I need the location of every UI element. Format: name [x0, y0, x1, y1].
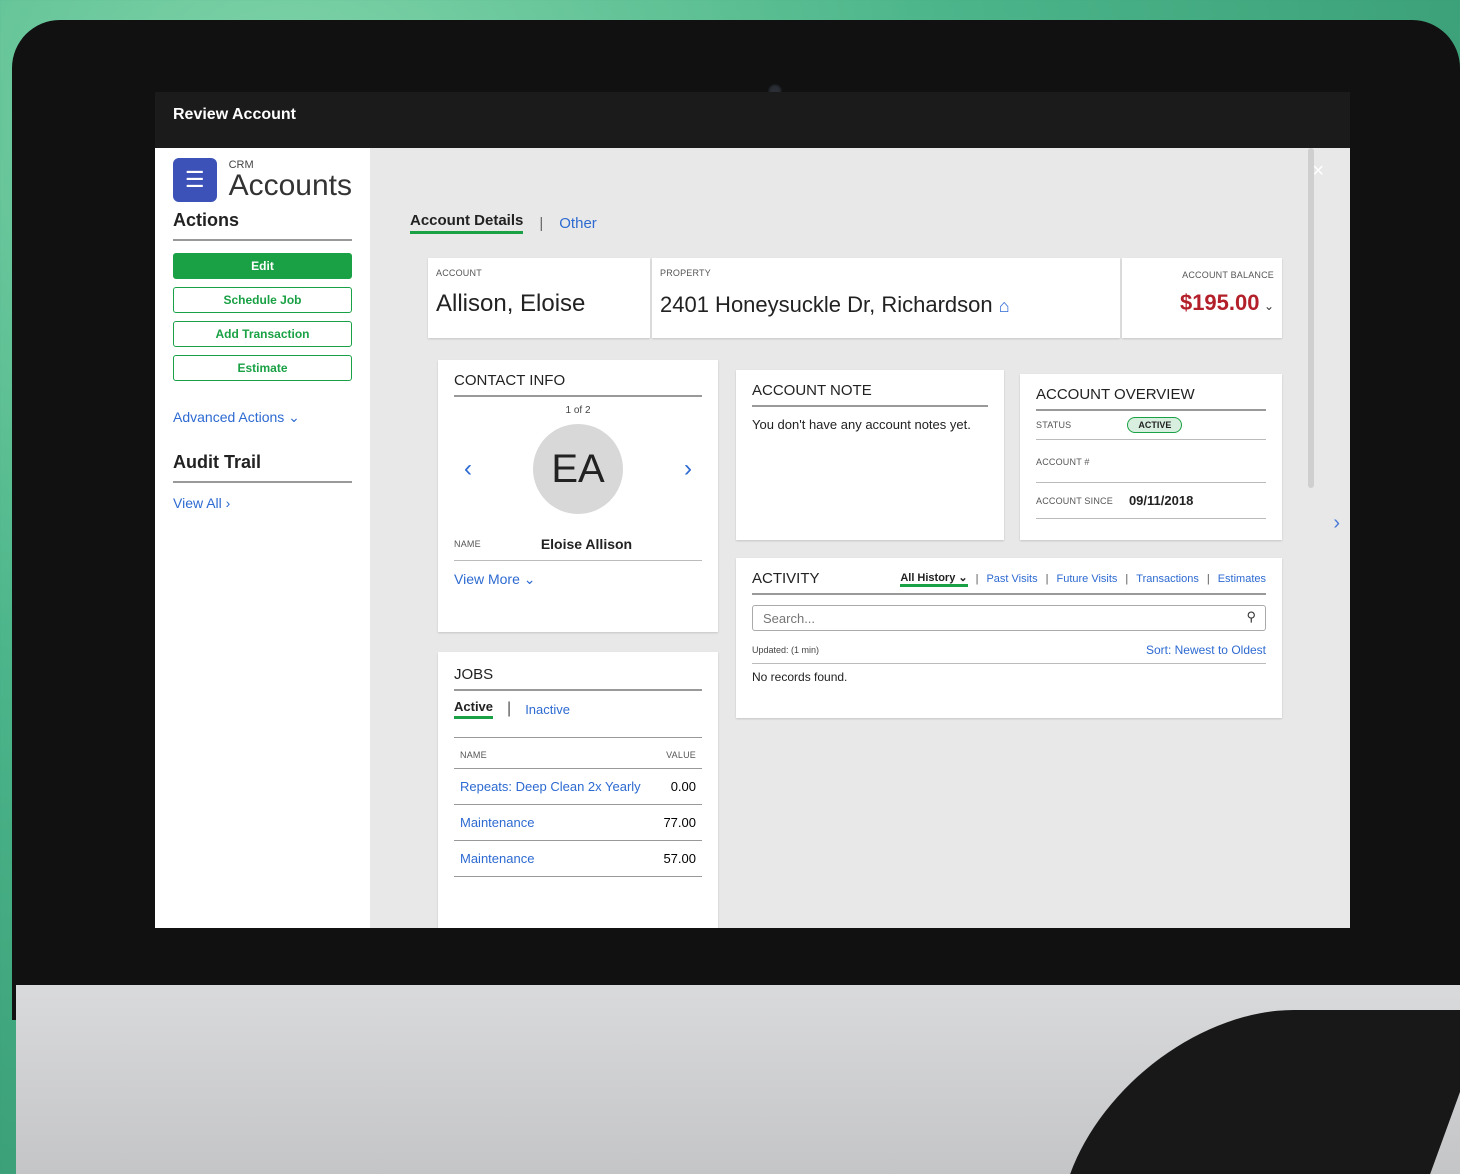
contact-name: Eloise Allison: [540, 536, 633, 552]
advanced-actions-link[interactable]: Advanced Actions ⌄: [173, 409, 352, 426]
activity-meta-row: Updated: (1 min) Sort: Newest to Oldest: [752, 643, 1266, 664]
activity-heading: ACTIVITY: [752, 570, 820, 587]
activity-header: ACTIVITY All History ⌄ | Past Visits | F…: [752, 570, 1266, 595]
account-note-heading: ACCOUNT NOTE: [752, 382, 988, 407]
tab-future-visits[interactable]: Future Visits: [1056, 573, 1117, 585]
activity-card: ACTIVITY All History ⌄ | Past Visits | F…: [736, 558, 1282, 718]
app-screen: Review Account × ☰ CRM Accounts Actions …: [155, 92, 1350, 928]
job-name-link[interactable]: Repeats: Deep Clean 2x Yearly: [460, 779, 641, 794]
window-title: Review Account: [173, 106, 296, 123]
view-more-link[interactable]: View More ⌄: [454, 571, 702, 588]
scrollbar[interactable]: [1308, 148, 1314, 488]
account-number-row: ACCOUNT #: [1036, 440, 1266, 483]
balance-label: ACCOUNT BALANCE: [1182, 270, 1274, 280]
search-input[interactable]: [752, 605, 1266, 631]
audit-trail-heading: Audit Trail: [173, 452, 352, 483]
account-label: ACCOUNT: [436, 268, 482, 278]
property-address-row: 2401 Honeysuckle Dr, Richardson ⌂: [660, 292, 1112, 318]
col-name-header: NAME: [460, 750, 487, 760]
table-row: Maintenance 77.00: [454, 805, 702, 841]
activity-tabs: All History ⌄ | Past Visits | Future Vis…: [900, 571, 1266, 587]
detail-tabs: Account Details | Other: [410, 148, 1350, 248]
property-label: PROPERTY: [660, 268, 711, 278]
job-name-link[interactable]: Maintenance: [460, 851, 534, 866]
sidebar: ☰ CRM Accounts Actions Edit Schedule Job…: [155, 148, 370, 928]
account-note-card: ACCOUNT NOTE You don't have any account …: [736, 370, 1004, 540]
table-row: Maintenance 57.00: [454, 841, 702, 877]
contact-carousel: ‹ EA ›: [454, 424, 702, 514]
estimate-button[interactable]: Estimate: [173, 355, 352, 381]
account-since-label: ACCOUNT SINCE: [1036, 495, 1113, 506]
home-icon[interactable]: ⌂: [999, 296, 1010, 316]
job-name-link[interactable]: Maintenance: [460, 815, 534, 830]
view-all-link[interactable]: View All ›: [173, 495, 352, 511]
jobs-card: JOBS Active | Inactive NAME VALUE Repeat…: [438, 652, 718, 928]
account-card: ACCOUNT Allison, Eloise: [428, 258, 650, 338]
contact-name-row: NAME Eloise Allison: [454, 536, 702, 561]
name-label: NAME: [454, 539, 481, 549]
tab-all-history[interactable]: All History ⌄: [900, 571, 968, 587]
job-value: 0.00: [670, 779, 696, 794]
search-icon[interactable]: ⚲: [1246, 609, 1256, 625]
chevron-right-icon[interactable]: ›: [684, 455, 692, 483]
close-icon[interactable]: ×: [1312, 160, 1324, 183]
tab-estimates[interactable]: Estimates: [1218, 573, 1266, 585]
activity-search: ⚲: [752, 605, 1266, 631]
actions-heading: Actions: [173, 210, 352, 241]
tab-account-details[interactable]: Account Details: [410, 212, 524, 234]
tab-separator: |: [539, 214, 544, 232]
brand-title: Accounts: [228, 169, 352, 202]
tab-divider: |: [1125, 573, 1129, 585]
status-label: STATUS: [1036, 420, 1072, 430]
balance-value: $195.00: [1179, 290, 1260, 315]
account-since-value: 09/11/2018: [1128, 493, 1194, 508]
account-name: Allison, Eloise: [436, 290, 586, 317]
contact-info-card: CONTACT INFO 1 of 2 ‹ EA › NAME Eloise A…: [438, 360, 718, 632]
tab-divider: |: [1206, 573, 1210, 585]
contact-pager: 1 of 2: [565, 405, 591, 416]
property-address: 2401 Honeysuckle Dr, Richardson: [660, 292, 993, 317]
tab-other[interactable]: Other: [559, 215, 597, 232]
tab-past-visits[interactable]: Past Visits: [986, 573, 1037, 585]
brand: ☰ CRM Accounts: [173, 158, 352, 202]
account-overview-card: ACCOUNT OVERVIEW STATUS ACTIVE ACCOUNT #…: [1020, 374, 1282, 540]
chevron-right-icon[interactable]: ›: [1333, 512, 1340, 535]
tab-divider: |: [975, 573, 979, 585]
account-since-row: ACCOUNT SINCE 09/11/2018: [1036, 483, 1266, 519]
contact-info-heading: CONTACT INFO: [454, 372, 702, 397]
avatar: EA: [533, 424, 623, 514]
activity-empty-text: No records found.: [752, 670, 848, 684]
balance-row[interactable]: $195.00 ⌄: [1130, 290, 1274, 316]
jobs-table-header: NAME VALUE: [454, 738, 702, 769]
sort-link[interactable]: Sort: Newest to Oldest: [1146, 643, 1266, 657]
chevron-left-icon[interactable]: ‹: [464, 455, 472, 483]
tab-divider: |: [507, 700, 512, 717]
tab-jobs-inactive[interactable]: Inactive: [525, 702, 570, 717]
schedule-job-button[interactable]: Schedule Job: [173, 287, 352, 313]
edit-button[interactable]: Edit: [173, 253, 352, 279]
property-card: PROPERTY 2401 Honeysuckle Dr, Richardson…: [652, 258, 1120, 338]
tab-divider: |: [1045, 573, 1049, 585]
updated-text: Updated: (1 min): [752, 645, 820, 655]
balance-card: ACCOUNT BALANCE $195.00 ⌄: [1122, 258, 1282, 338]
jobs-heading: JOBS: [454, 666, 702, 691]
jobs-tabs: Active | Inactive: [454, 699, 702, 738]
database-icon: ☰: [173, 158, 217, 202]
add-transaction-button[interactable]: Add Transaction: [173, 321, 352, 347]
account-number-label: ACCOUNT #: [1036, 457, 1090, 467]
table-row: Repeats: Deep Clean 2x Yearly 0.00: [454, 769, 702, 805]
account-note-text: You don't have any account notes yet.: [752, 417, 971, 432]
job-value: 57.00: [663, 851, 696, 866]
tab-jobs-active[interactable]: Active: [454, 699, 494, 719]
tab-transactions[interactable]: Transactions: [1136, 573, 1199, 585]
job-value: 77.00: [663, 815, 696, 830]
window-titlebar: Review Account: [155, 92, 1350, 148]
col-value-header: VALUE: [666, 750, 696, 760]
status-row: STATUS ACTIVE: [1036, 411, 1266, 440]
status-badge: ACTIVE: [1127, 417, 1183, 433]
account-overview-heading: ACCOUNT OVERVIEW: [1036, 386, 1266, 411]
chevron-down-icon: ⌄: [1263, 299, 1274, 313]
main-content: Account Details | Other ACCOUNT Allison,…: [370, 148, 1350, 928]
